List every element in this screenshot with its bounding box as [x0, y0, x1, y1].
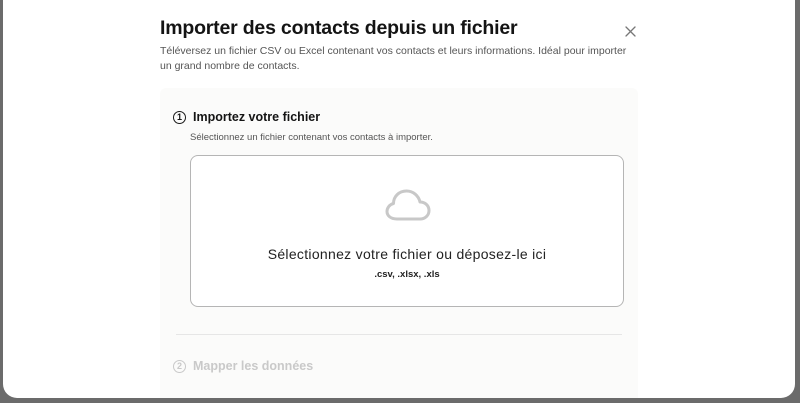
step-divider — [176, 334, 622, 335]
modal-title: Importer des contacts depuis un fichier — [160, 17, 518, 39]
step-1-number: 1 — [173, 110, 186, 124]
import-steps-panel: 1 Importez votre fichier Sélectionnez un… — [160, 88, 638, 398]
file-dropzone[interactable]: Sélectionnez votre fichier ou déposez-le… — [190, 155, 624, 307]
modal-subtitle: Téléversez un fichier CSV ou Excel conte… — [160, 45, 627, 72]
dropzone-label: Sélectionnez votre fichier ou déposez-le… — [267, 246, 547, 262]
dropzone-formats: .csv, .xlsx, .xls — [374, 269, 440, 280]
cloud-icon — [385, 189, 431, 221]
step-2-title: Mapper les données — [193, 359, 314, 373]
import-contacts-modal: Importer des contacts depuis un fichier … — [3, 0, 795, 398]
step-2-header: 2 Mapper les données — [173, 359, 313, 373]
step-1-header: 1 Importez votre fichier — [173, 110, 320, 124]
close-button[interactable] — [620, 21, 640, 41]
step-1-description: Sélectionnez un fichier contenant vos co… — [190, 132, 433, 143]
close-icon — [624, 25, 636, 37]
step-2-number: 2 — [173, 359, 186, 373]
app-frame: Importer des contacts depuis un fichier … — [0, 0, 800, 403]
step-1-title: Importez votre fichier — [193, 110, 321, 124]
